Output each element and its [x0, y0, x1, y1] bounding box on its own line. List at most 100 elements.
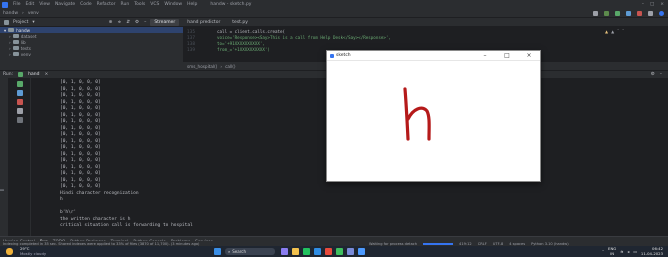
- tab-hand-predictor[interactable]: hand predictor: [183, 19, 224, 26]
- task-view-icon[interactable]: [281, 248, 288, 255]
- wifi-icon[interactable]: ≋: [620, 249, 623, 254]
- debug-icon[interactable]: [626, 10, 631, 16]
- collapse-icon[interactable]: ≑: [117, 20, 121, 25]
- tab-streamer[interactable]: Streamer: [150, 18, 180, 26]
- menu-tools[interactable]: Tools: [134, 2, 145, 7]
- maximize-icon[interactable]: □: [650, 2, 654, 7]
- menu-view[interactable]: View: [39, 2, 50, 7]
- search-icon: ⌕: [228, 249, 231, 254]
- menu-run[interactable]: Run: [121, 2, 130, 7]
- structure-tool-stripe[interactable]: ▌: [0, 188, 4, 191]
- run-config-tab[interactable]: hand: [28, 72, 39, 77]
- hide-icon[interactable]: –: [660, 72, 662, 77]
- path-segment[interactable]: venv: [28, 11, 39, 16]
- breadcrumb-item[interactable]: call(): [225, 64, 235, 69]
- maximize-button[interactable]: □: [496, 52, 518, 59]
- stop-icon[interactable]: [16, 99, 23, 105]
- folder-icon: [12, 34, 19, 38]
- project-tool-label[interactable]: Project: [13, 20, 28, 25]
- menu-window[interactable]: Window: [164, 2, 182, 7]
- menu-code[interactable]: Code: [80, 2, 92, 7]
- status-message[interactable]: Indexing completed in 35 sec. Shared ind…: [3, 242, 363, 246]
- user-icon[interactable]: [593, 10, 598, 16]
- search-icon[interactable]: [648, 10, 653, 16]
- chevron-down-icon[interactable]: ▾: [32, 20, 34, 25]
- teams-icon[interactable]: [347, 248, 354, 255]
- file-explorer-icon[interactable]: [292, 248, 299, 255]
- tab-test[interactable]: test.py: [228, 19, 252, 26]
- menu-vcs[interactable]: VCS: [150, 2, 159, 7]
- python-file-icon: [18, 72, 24, 77]
- taskbar-search[interactable]: ⌕ Search: [225, 248, 275, 255]
- run-config-icon[interactable]: [604, 10, 609, 16]
- start-icon[interactable]: [214, 248, 221, 255]
- tree-item[interactable]: › venv: [0, 51, 183, 57]
- soft-wrap-icon[interactable]: [16, 108, 23, 114]
- menu-help[interactable]: Help: [187, 2, 197, 7]
- python-interpreter[interactable]: Python 3.10 (handw): [531, 242, 569, 246]
- folder-icon: [8, 28, 15, 32]
- pin-icon[interactable]: [16, 117, 23, 123]
- indent-setting[interactable]: 4 spaces: [509, 242, 525, 246]
- console-line: critical situation call is forwarding to…: [60, 223, 193, 228]
- pycharm-logo-icon: [2, 1, 8, 8]
- handwritten-h-stroke: [403, 87, 431, 141]
- battery-icon[interactable]: ▭: [633, 249, 637, 254]
- weak-warning-icon: ▲: [611, 29, 615, 34]
- settings-icon[interactable]: [659, 10, 664, 16]
- progress-bar: [423, 242, 454, 245]
- inspection-widget[interactable]: ▲ ▲ ˆ ˇ: [605, 29, 624, 34]
- folder-icon: [12, 40, 19, 44]
- menu-navigate[interactable]: Navigate: [55, 2, 75, 7]
- menu-file[interactable]: File: [13, 2, 21, 7]
- sketch-window[interactable]: sketch – □ ×: [326, 50, 541, 182]
- window-title: handw - sketch.py: [210, 2, 252, 7]
- gear-icon[interactable]: ⚙: [651, 72, 655, 77]
- close-button[interactable]: ×: [518, 52, 540, 59]
- menu-bar: File Edit View Navigate Code Refactor Ru…: [0, 0, 668, 9]
- whatsapp-icon[interactable]: [336, 248, 343, 255]
- minimize-icon[interactable]: –: [642, 2, 644, 7]
- rerun-icon[interactable]: [16, 81, 23, 87]
- project-folder-icon: [4, 19, 9, 25]
- pycharm-taskbar-icon[interactable]: [303, 248, 310, 255]
- process-status: Waiting for process detach: [369, 241, 418, 246]
- line-number-gutter: 135 137 138 139: [183, 27, 205, 62]
- file-encoding[interactable]: UTF-8: [493, 242, 503, 246]
- line-separator[interactable]: CRLF: [478, 242, 487, 246]
- chrome-icon[interactable]: [325, 248, 332, 255]
- python-app-icon[interactable]: [358, 248, 365, 255]
- language-indicator[interactable]: ENG IN: [608, 247, 616, 256]
- weather-widget[interactable]: 29°C Mostly cloudy: [0, 247, 200, 255]
- volume-icon[interactable]: ◂: [627, 249, 629, 254]
- menu-refactor[interactable]: Refactor: [97, 2, 116, 7]
- close-icon[interactable]: ×: [660, 2, 664, 7]
- path-segment[interactable]: handw: [3, 11, 18, 16]
- close-icon[interactable]: ×: [44, 72, 48, 77]
- drawing-canvas[interactable]: [327, 61, 540, 181]
- gear-icon[interactable]: ⚙: [135, 20, 139, 25]
- menu-edit[interactable]: Edit: [26, 2, 35, 7]
- chevron-up-icon[interactable]: ˆ: [617, 29, 619, 34]
- stop-icon[interactable]: [637, 10, 642, 16]
- caret-position[interactable]: 419:12: [459, 242, 472, 246]
- warning-icon: ▲: [605, 29, 609, 34]
- crosshair-icon[interactable]: ⊕: [109, 20, 113, 25]
- breadcrumb-item[interactable]: sms_hospital(): [187, 64, 217, 69]
- wrench-icon[interactable]: [16, 90, 23, 96]
- sketch-window-title: sketch: [336, 53, 351, 58]
- run-icon[interactable]: [615, 10, 620, 16]
- chevron-up-icon[interactable]: ˆ: [602, 249, 604, 254]
- expand-icon[interactable]: ⇵: [126, 20, 130, 25]
- chevron-down-icon[interactable]: ˇ: [622, 29, 624, 34]
- edge-icon[interactable]: [314, 248, 321, 255]
- minimize-button[interactable]: –: [474, 52, 496, 59]
- clock[interactable]: 06:42 11-04-2023: [641, 247, 663, 256]
- hide-icon[interactable]: –: [144, 20, 146, 25]
- system-tray: ˆ ENG IN ≋ ◂ ▭ 06:42 11-04-2023: [602, 247, 668, 256]
- left-tool-stripe: ▌: [0, 78, 9, 236]
- folder-icon: [12, 52, 19, 56]
- run-toolbar: [9, 78, 31, 236]
- editor-tab-bar: Project ▾ ⊕ ≑ ⇵ ⚙ – Streamer hand predic…: [0, 18, 668, 27]
- navigation-bar: handw › venv: [0, 9, 668, 18]
